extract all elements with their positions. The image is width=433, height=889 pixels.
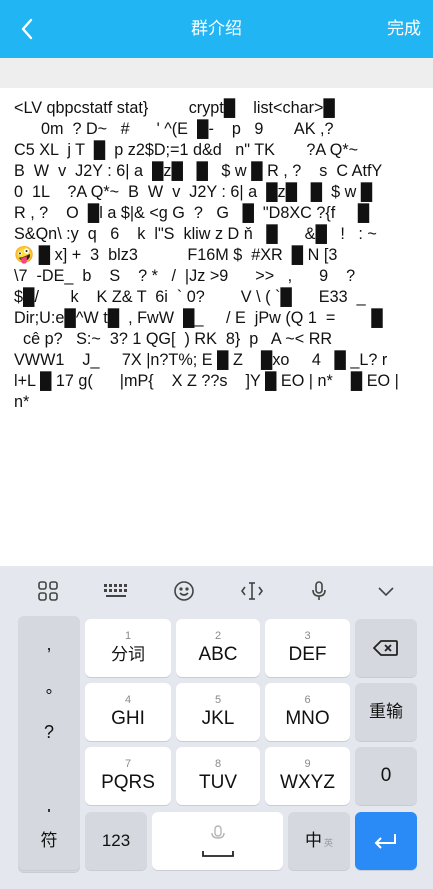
zero-key[interactable]: 0 [355, 747, 417, 805]
key-number: 9 [304, 758, 311, 770]
key-4[interactable]: 4 GHI [85, 683, 171, 741]
num123-key[interactable]: 123 [85, 812, 147, 870]
key-number: 1 [124, 630, 132, 642]
key-5[interactable]: 5 JKL [176, 683, 260, 741]
key-3[interactable]: 3 DEF [265, 619, 350, 677]
header-bar: 群介绍 完成 [0, 0, 433, 58]
intro-text-area[interactable]: <LV qbpcstatf stat} crypt█ list<char>█ 0… [0, 88, 433, 566]
reenter-label: 重输 [369, 702, 403, 721]
keyboard-toolbar [0, 566, 433, 616]
lang-alt: 英 [323, 838, 333, 848]
key-label: WXYZ [280, 772, 335, 793]
lang-switch-key[interactable]: 中 英 [288, 812, 350, 870]
key-label: PQRS [101, 772, 155, 793]
key-6[interactable]: 6 MNO [265, 683, 350, 741]
symbol-key[interactable]: 符 [18, 812, 80, 870]
key-number: 7 [124, 758, 132, 770]
reenter-key[interactable]: 重输 [355, 683, 417, 741]
symbol-key-label: 符 [40, 831, 58, 850]
enter-icon [374, 834, 396, 849]
header-gap [0, 58, 433, 88]
num123-label: 123 [101, 831, 131, 850]
lang-main: 中 [304, 831, 322, 850]
symbol-degree[interactable]: ° [18, 686, 80, 707]
key-1[interactable]: 1 分词 [85, 619, 171, 677]
intro-text[interactable]: <LV qbpcstatf stat} crypt█ list<char>█ 0… [0, 88, 433, 413]
zero-label: 0 [380, 765, 392, 786]
key-7[interactable]: 7 PQRS [85, 747, 171, 805]
keyboard-icon[interactable] [99, 574, 133, 608]
key-number: 8 [214, 758, 222, 770]
key-label: TUV [199, 772, 237, 793]
key-label: ABC [198, 644, 238, 665]
key-number: 2 [214, 630, 222, 642]
symbol-comma[interactable]: , [18, 634, 80, 655]
key-8[interactable]: 8 TUV [176, 747, 260, 805]
page-title: 群介绍 [191, 19, 242, 38]
key-label: GHI [111, 708, 145, 729]
key-2[interactable]: 2 ABC [176, 619, 260, 677]
key-label: JKL [201, 708, 235, 729]
lang-switch-label: 中 英 [305, 830, 333, 852]
backspace-icon [373, 640, 398, 656]
key-9[interactable]: 9 WXYZ [265, 747, 350, 805]
key-label: 分词 [111, 645, 145, 664]
key-label: DEF [288, 644, 327, 665]
done-button[interactable]: 完成 [387, 0, 421, 58]
key-number: 5 [214, 694, 222, 706]
key-number: 4 [124, 694, 132, 706]
mic-icon[interactable] [302, 574, 336, 608]
grid-icon[interactable] [31, 574, 65, 608]
space-key[interactable] [152, 812, 283, 870]
collapse-icon[interactable] [369, 574, 403, 608]
symbol-question[interactable]: ? [18, 722, 80, 743]
backspace-key[interactable] [355, 619, 417, 677]
cursor-icon[interactable] [235, 574, 269, 608]
key-number: 6 [304, 694, 311, 706]
emoji-icon[interactable] [167, 574, 201, 608]
key-number: 3 [304, 630, 311, 642]
key-label: MNO [285, 708, 330, 729]
enter-key[interactable] [355, 812, 417, 870]
ime-keyboard: , ° ? ! 1 分词 2 ABC 3 DEF 4 GHI 5 JKL 6 M… [0, 566, 433, 889]
space-mic-icon [201, 824, 235, 858]
